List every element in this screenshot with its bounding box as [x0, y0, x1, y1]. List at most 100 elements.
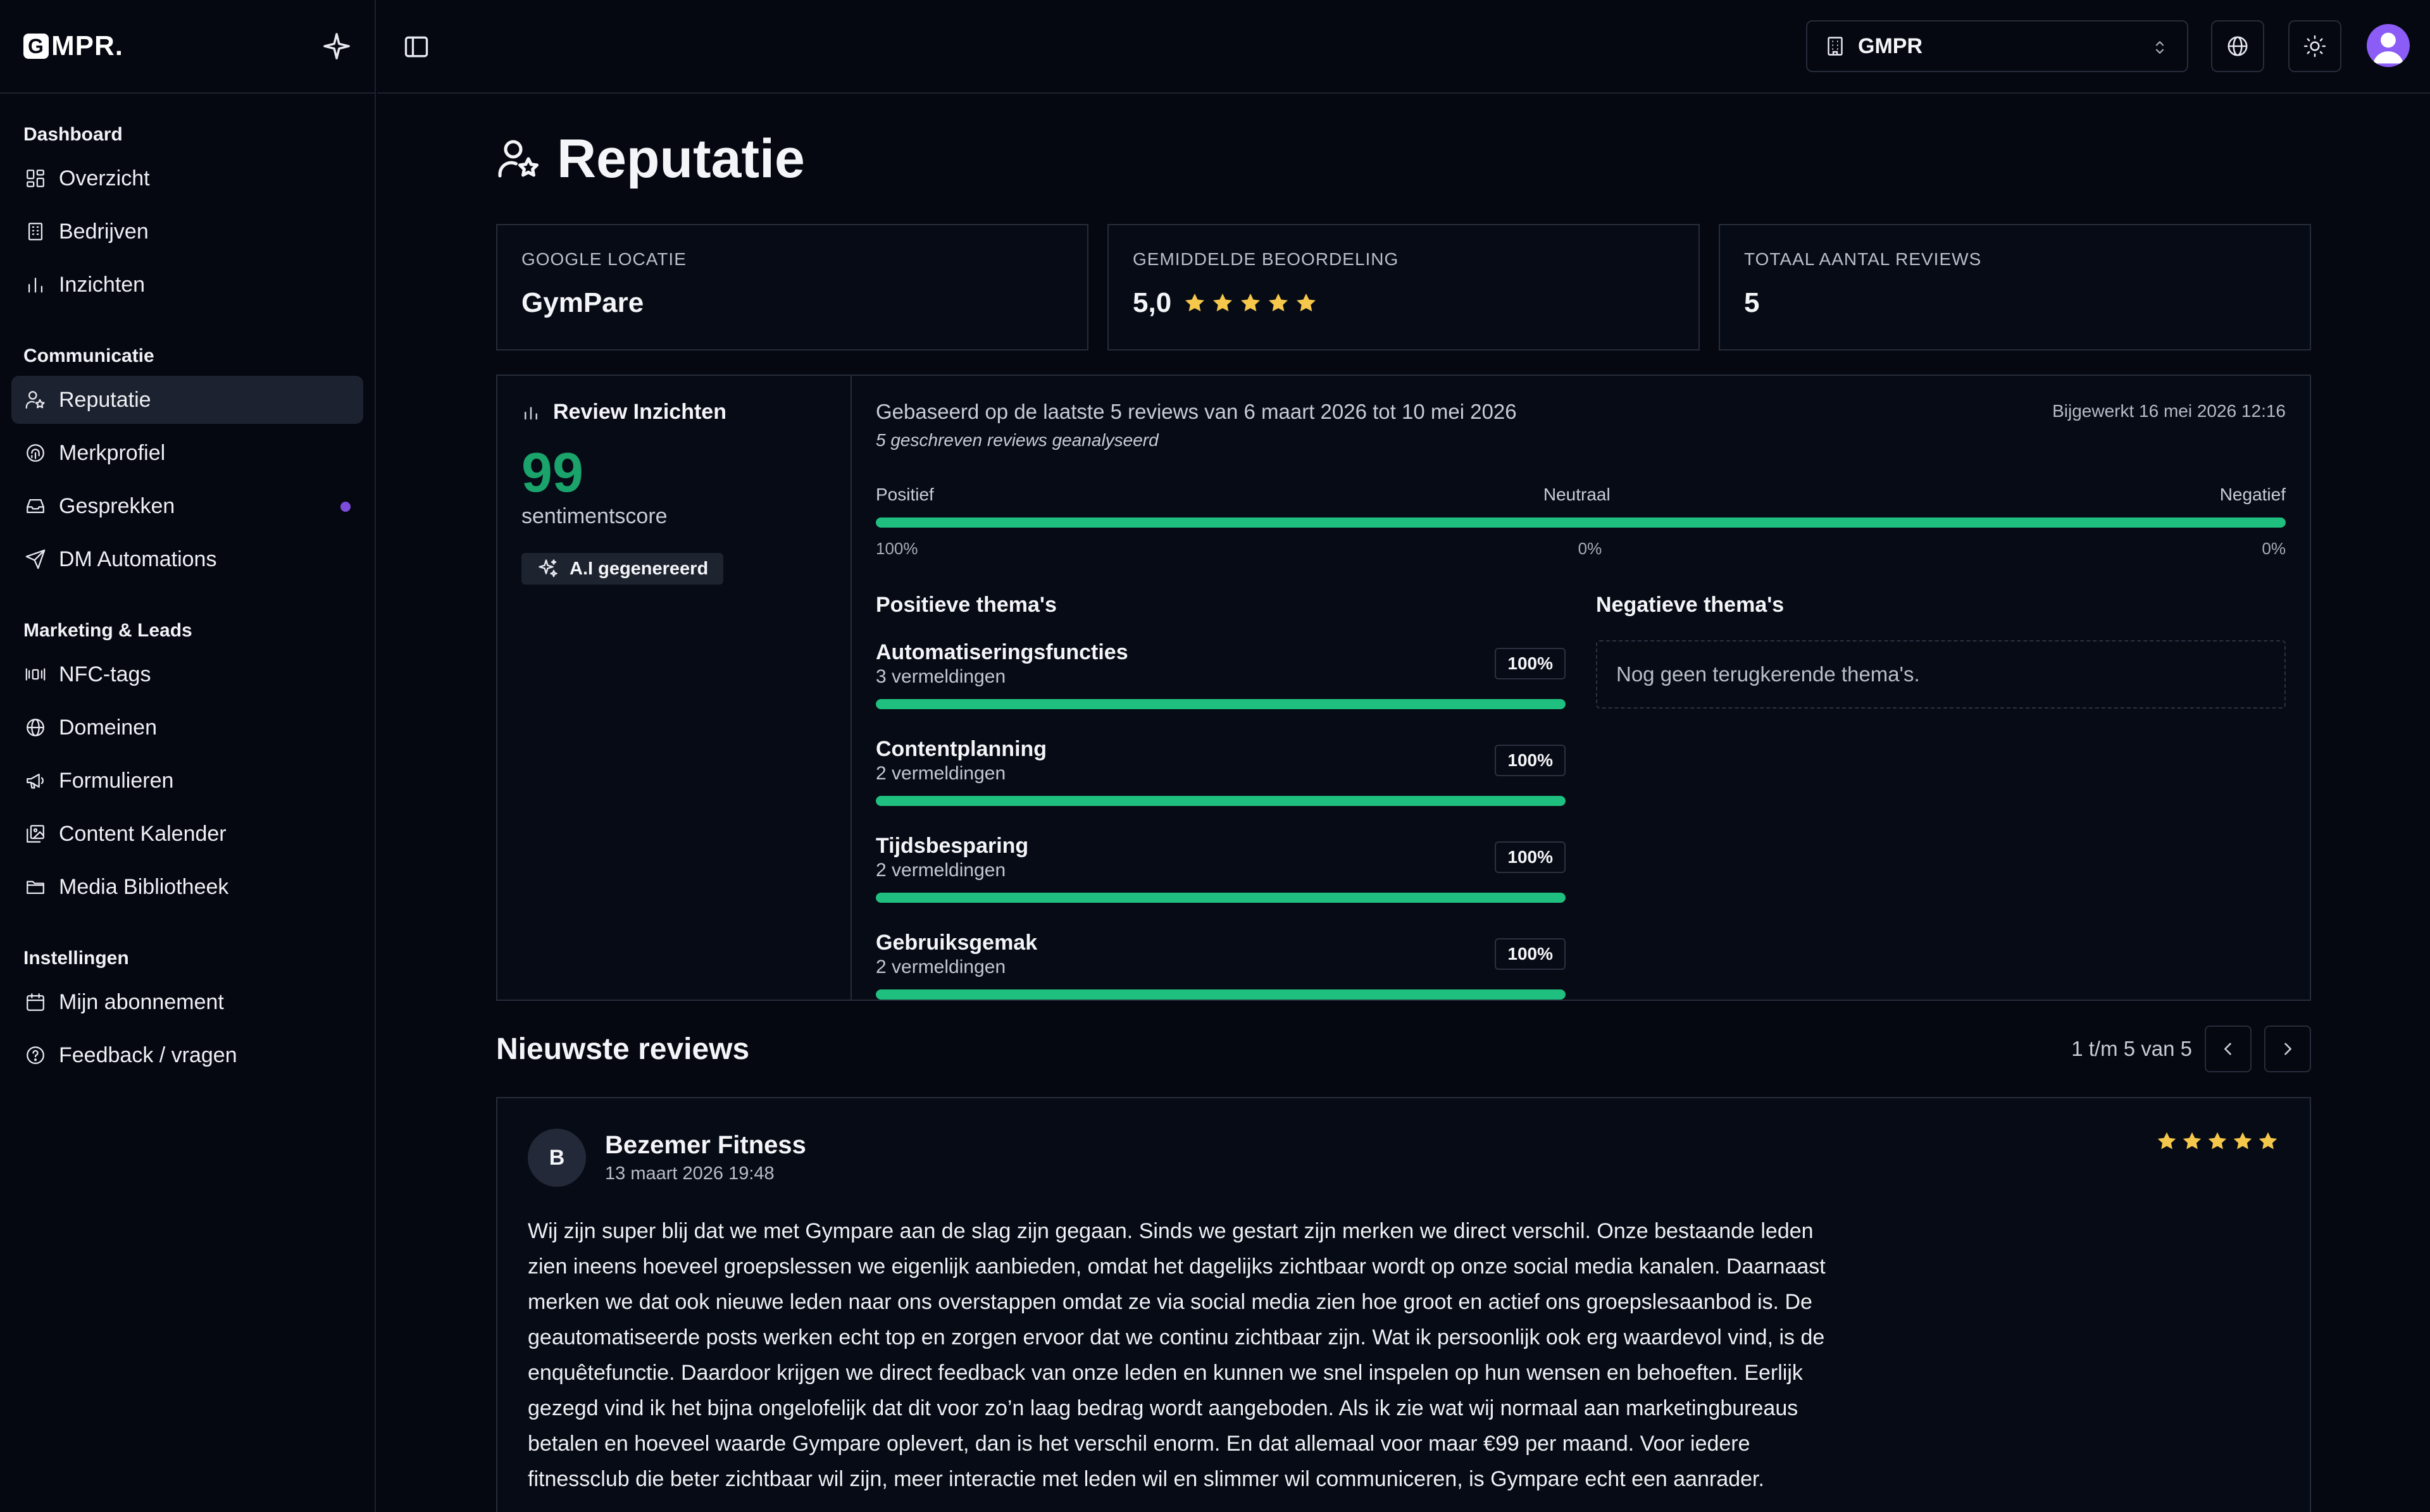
bar-chart-icon — [23, 273, 47, 297]
theme-bar-fill — [876, 893, 1566, 903]
organization-name: GMPR — [1858, 34, 1922, 58]
sidebar-toggle-icon[interactable] — [402, 33, 430, 61]
sentiment-score: 99 — [521, 441, 583, 504]
sidebar-item-label: Feedback / vragen — [59, 1043, 237, 1067]
building-icon — [23, 220, 47, 244]
theme-toggle-button[interactable] — [2288, 20, 2341, 72]
folder-icon — [23, 875, 47, 899]
sidebar-item-formulieren[interactable]: Formulieren — [11, 757, 363, 805]
sparkle-icon[interactable] — [322, 32, 351, 61]
sentiment-labels: Positief Neutraal Negatief — [876, 485, 2286, 505]
insights-header: Review Inzichten — [521, 400, 826, 424]
sidebar-section: Dashboard Overzicht Bedrijven Inzichten — [0, 108, 375, 309]
theme-item: Tijdsbesparing 2 vermeldingen 100% — [876, 834, 1566, 903]
building-icon — [1828, 37, 1843, 56]
user-avatar[interactable] — [2367, 24, 2410, 67]
pagination-text: 1 t/m 5 van 5 — [2071, 1037, 2192, 1060]
sidebar-section: Instellingen Mijn abonnement Feedback / vr… — [0, 931, 375, 1079]
sidebar-item-label: DM Automations — [59, 547, 217, 571]
sidebar-section-title: Marketing & Leads — [23, 620, 192, 641]
page-title-text: Reputatie — [557, 128, 805, 189]
stat-value: GymPare — [521, 287, 644, 318]
insights-analyzed: 5 geschreven reviews geanalyseerd — [876, 430, 1159, 450]
star-icon — [1185, 293, 1205, 312]
sidebar-item-domeinen[interactable]: Domeinen — [11, 703, 363, 752]
sidebar-item-overzicht[interactable]: Overzicht — [11, 154, 363, 202]
sidebar-item-label: Reputatie — [59, 387, 151, 412]
review-card: B Bezemer Fitness 13 maart 2026 19:48 Wi… — [496, 1097, 2311, 1512]
theme-bar — [876, 893, 1566, 903]
grid-icon — [23, 166, 47, 190]
sidebar-item-feedback-vragen[interactable]: Feedback / vragen — [11, 1031, 363, 1079]
chevrons-up-down-icon — [2155, 41, 2164, 54]
next-page-button[interactable] — [2264, 1026, 2311, 1072]
stat-average-rating: GEMIDDELDE BEOORDELING 5,0 — [1107, 224, 1700, 350]
theme-bar-fill — [876, 699, 1566, 709]
organization-select[interactable]: GMPR — [1806, 20, 2188, 72]
rating-stars — [1183, 291, 1318, 315]
fingerprint-icon — [23, 441, 47, 465]
stats-row: GOOGLE LOCATIE GymPare GEMIDDELDE BEOORD… — [496, 224, 2311, 350]
previous-page-button[interactable] — [2205, 1026, 2252, 1072]
reviews-pagination: 1 t/m 5 van 5 — [2071, 1026, 2311, 1072]
bar-chart-icon — [525, 406, 537, 419]
sidebar-item-label: Content Kalender — [59, 821, 227, 846]
theme-name: Automatiseringsfuncties — [876, 640, 1128, 664]
sidebar-item-content-kalender[interactable]: Content Kalender — [11, 810, 363, 858]
main-content: Reputatie GOOGLE LOCATIE GymPare GEMIDDE… — [496, 94, 2311, 1512]
sidebar-item-label: Mijn abonnement — [59, 989, 224, 1014]
themes-grid: Positieve thema's Automatiseringsfunctie… — [876, 593, 2286, 1000]
star-icon — [1213, 293, 1233, 312]
sidebar-section-title: Communicatie — [23, 345, 154, 366]
stat-label: TOTAAL AANTAL REVIEWS — [1744, 249, 1982, 269]
sidebar-item-nfc-tags[interactable]: NFC-tags — [11, 650, 363, 698]
label-negative: Negatief — [2219, 485, 2286, 504]
theme-percentage: 100% — [1495, 648, 1566, 679]
theme-bar-fill — [876, 989, 1566, 1000]
sidebar-item-dm-automations[interactable]: DM Automations — [11, 535, 363, 583]
sidebar-item-inzichten[interactable]: Inzichten — [11, 261, 363, 309]
images-icon — [23, 822, 47, 846]
sidebar-item-mijn-abonnement[interactable]: Mijn abonnement — [11, 978, 363, 1026]
globe-icon — [2228, 36, 2248, 56]
insights-title: Review Inzichten — [553, 400, 726, 424]
theme-name: Contentplanning — [876, 737, 1047, 761]
sidebar-item-gesprekken[interactable]: Gesprekken — [11, 482, 363, 530]
brand-logo[interactable]: G MPR. — [23, 30, 123, 62]
positive-themes-title: Positieve thema's — [876, 593, 1057, 617]
language-button[interactable] — [2211, 20, 2264, 72]
sidebar: G MPR. Dashboard Overzicht Bedrijven Inzich… — [0, 0, 376, 1512]
sidebar-item-media-bibliotheek[interactable]: Media Bibliotheek — [11, 863, 363, 911]
topbar: GMPR — [377, 0, 2430, 94]
unread-dot — [340, 502, 351, 512]
star-icon — [1241, 293, 1261, 312]
theme-count: 2 vermeldingen — [876, 860, 1006, 881]
theme-bar-fill — [876, 796, 1566, 806]
sentiment-score-label: sentimentscore — [521, 504, 668, 528]
negative-themes: Negatieve thema's Nog geen terugkerende … — [1596, 593, 2286, 1000]
theme-percentage: 100% — [1495, 841, 1566, 873]
user-icon — [2372, 32, 2404, 64]
chevron-left-icon — [2224, 1043, 2231, 1055]
stat-label: GEMIDDELDE BEOORDELING — [1133, 249, 1399, 269]
sidebar-item-reputatie[interactable]: Reputatie — [11, 376, 363, 424]
theme-count: 3 vermeldingen — [876, 666, 1006, 687]
star-icon — [2183, 1132, 2202, 1149]
reviewer-avatar: B — [528, 1129, 586, 1187]
star-icon — [2259, 1132, 2277, 1149]
sidebar-section: Marketing & Leads NFC-tags Domeinen Formuli… — [0, 604, 375, 911]
review-header: B Bezemer Fitness 13 maart 2026 19:48 — [528, 1129, 2279, 1187]
sidebar-item-label: Bedrijven — [59, 219, 149, 244]
reviewer-name: Bezemer Fitness — [605, 1131, 806, 1159]
sidebar-item-label: Media Bibliotheek — [59, 874, 229, 899]
theme-percentage: 100% — [1495, 938, 1566, 970]
chevron-right-icon — [2284, 1043, 2291, 1055]
theme-count: 2 vermeldingen — [876, 763, 1006, 784]
sidebar-item-merkprofiel[interactable]: Merkprofiel — [11, 429, 363, 477]
calendar-icon — [23, 990, 47, 1014]
theme-item: Gebruiksgemak 2 vermeldingen 100% — [876, 931, 1566, 1000]
inbox-icon — [23, 494, 47, 518]
sidebar-item-bedrijven[interactable]: Bedrijven — [11, 208, 363, 256]
sidebar-item-label: Formulieren — [59, 768, 174, 793]
theme-bar — [876, 796, 1566, 806]
